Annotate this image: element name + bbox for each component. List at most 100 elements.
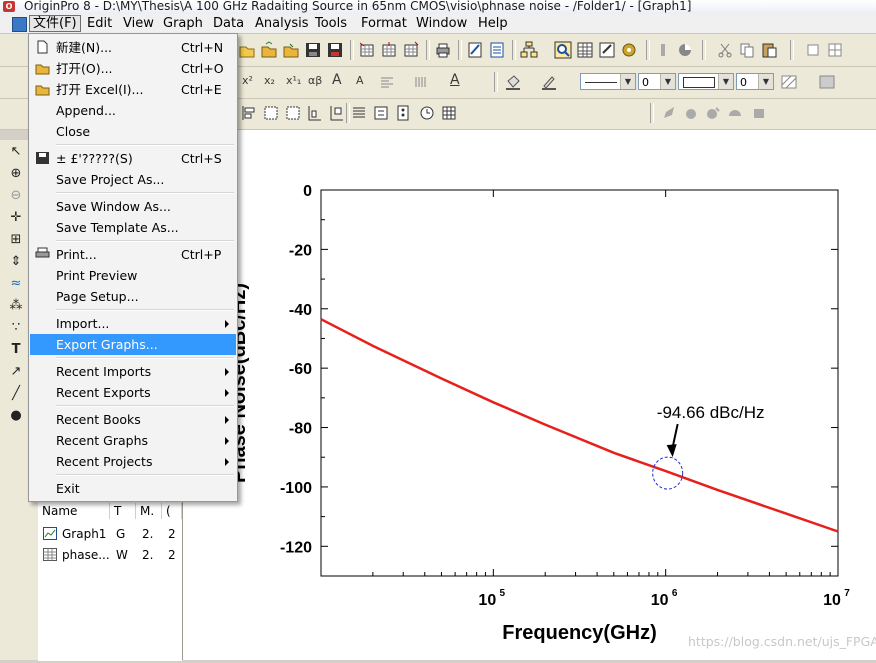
- menu-item-new[interactable]: 新建(N)... Ctrl+N: [30, 37, 236, 58]
- data-reader-tool-icon[interactable]: ⊞: [8, 232, 24, 248]
- menu-tools[interactable]: Tools: [312, 16, 350, 31]
- cut-icon[interactable]: [716, 41, 734, 59]
- menu-item-save-window-as[interactable]: Save Window As...: [30, 196, 236, 217]
- project-explorer-icon[interactable]: [520, 41, 538, 59]
- menu-item-print[interactable]: Print... Ctrl+P: [30, 244, 236, 265]
- save-template-icon[interactable]: [326, 41, 344, 59]
- zoom-in-tool-icon[interactable]: ⊕: [8, 166, 24, 182]
- tool-fill-icon[interactable]: [726, 104, 744, 122]
- column-header-type[interactable]: T: [110, 503, 136, 519]
- table-object-icon[interactable]: [440, 104, 458, 122]
- justify-icon[interactable]: [412, 73, 430, 91]
- worksheet-icon[interactable]: [576, 41, 594, 59]
- superscript-button[interactable]: x²: [242, 74, 253, 87]
- open-folder-icon[interactable]: [260, 41, 278, 59]
- refresh-icon[interactable]: [654, 41, 672, 59]
- copy-icon[interactable]: [738, 41, 756, 59]
- series-line[interactable]: [320, 318, 839, 533]
- menu-help[interactable]: Help: [475, 16, 511, 31]
- menu-graph[interactable]: Graph: [160, 16, 206, 31]
- menu-item-recent-exports[interactable]: Recent Exports: [30, 382, 236, 403]
- ungroup-icon[interactable]: [394, 104, 412, 122]
- increase-font-button[interactable]: A: [332, 72, 342, 88]
- explorer-row[interactable]: Graph1 G 2. 2: [38, 524, 182, 544]
- import-wizard-icon[interactable]: [402, 41, 420, 59]
- menu-item-open-excel[interactable]: 打开 Excel(I)... Ctrl+E: [30, 79, 236, 100]
- paste-icon[interactable]: [760, 41, 778, 59]
- graph-window[interactable]: 0 -20 -40 -60 -80 -100 -120 10 5 10 6 10 7 Frequency(…: [183, 130, 876, 660]
- pie-icon[interactable]: [676, 41, 694, 59]
- hatch-pattern-icon[interactable]: [780, 73, 798, 91]
- menu-item-recent-books[interactable]: Recent Books: [30, 409, 236, 430]
- code-builder-icon[interactable]: [466, 41, 484, 59]
- menu-data[interactable]: Data: [210, 16, 247, 31]
- open-excel-icon[interactable]: [282, 41, 300, 59]
- menu-item-page-setup[interactable]: Page Setup...: [30, 286, 236, 307]
- clock-icon[interactable]: [418, 104, 436, 122]
- import-multiple-icon[interactable]: [380, 41, 398, 59]
- menu-item-save[interactable]: ± £'?????(S) Ctrl+S: [30, 148, 236, 169]
- font-color-button[interactable]: A: [450, 72, 460, 88]
- sup-sub-button[interactable]: x¹₁: [286, 74, 301, 87]
- align-bottom-objects-icon[interactable]: [306, 104, 324, 122]
- notes-icon[interactable]: [598, 41, 616, 59]
- arrow-tool-icon[interactable]: ↗: [8, 364, 24, 380]
- pattern-width-select[interactable]: 0 ▼: [736, 73, 774, 90]
- layer-list-icon[interactable]: [350, 104, 368, 122]
- pointer-tool-icon[interactable]: ↖: [8, 144, 24, 160]
- tool-rotate-icon[interactable]: [750, 104, 768, 122]
- mask-tool-icon[interactable]: ⁂: [8, 298, 24, 314]
- tool-shape-icon[interactable]: [704, 104, 722, 122]
- menu-item-recent-graphs[interactable]: Recent Graphs: [30, 430, 236, 451]
- menu-view[interactable]: View: [120, 16, 157, 31]
- menu-item-close[interactable]: Close: [30, 121, 236, 142]
- column-header-extra[interactable]: (: [162, 503, 182, 519]
- menu-item-save-project-as[interactable]: Save Project As...: [30, 169, 236, 190]
- subscript-button[interactable]: x₂: [264, 74, 275, 87]
- zoom-out-tool-icon[interactable]: ⊖: [8, 188, 24, 204]
- results-log-icon[interactable]: [488, 41, 506, 59]
- column-header-modified[interactable]: M.: [136, 503, 162, 519]
- menu-item-open[interactable]: 打开(O)... Ctrl+O: [30, 58, 236, 79]
- decrease-font-button[interactable]: A: [356, 74, 364, 87]
- zoom-icon[interactable]: [554, 41, 572, 59]
- arrange-layers-icon[interactable]: [826, 41, 844, 59]
- regional-mask-tool-icon[interactable]: ∵: [8, 320, 24, 336]
- menu-file[interactable]: 文件(F): [29, 15, 81, 32]
- align-vertical-icon[interactable]: [328, 104, 346, 122]
- draw-data-tool-icon[interactable]: ≈: [8, 276, 24, 292]
- menu-edit[interactable]: Edit: [84, 16, 115, 31]
- ellipse-tool-icon[interactable]: ●: [8, 408, 24, 424]
- screen-reader-tool-icon[interactable]: ✛: [8, 210, 24, 226]
- align-right-objects-icon[interactable]: [262, 104, 280, 122]
- pattern-select[interactable]: ▼: [678, 73, 734, 90]
- import-ascii-icon[interactable]: [358, 41, 376, 59]
- phase-noise-chart[interactable]: 0-20-40-60-80-100-12010 5 10 6 10 7Frequency(…: [183, 130, 876, 660]
- menu-item-export-graphs[interactable]: Export Graphs...: [30, 334, 236, 355]
- tool-draw-icon[interactable]: [682, 104, 700, 122]
- gradient-fill-icon[interactable]: [818, 73, 836, 91]
- line-width-select[interactable]: 0 ▼: [638, 73, 676, 90]
- fill-bucket-icon[interactable]: [504, 73, 522, 91]
- align-left-objects-icon[interactable]: [240, 104, 258, 122]
- open-template-icon[interactable]: [238, 41, 256, 59]
- menu-format[interactable]: Format: [358, 16, 410, 31]
- text-tool-icon[interactable]: T: [8, 342, 24, 358]
- greek-button[interactable]: αβ: [308, 74, 322, 87]
- data-selector-tool-icon[interactable]: ⇕: [8, 254, 24, 270]
- group-icon[interactable]: [372, 104, 390, 122]
- menu-item-import[interactable]: Import...: [30, 313, 236, 334]
- menu-item-recent-imports[interactable]: Recent Imports: [30, 361, 236, 382]
- menu-window[interactable]: Window: [413, 16, 470, 31]
- graph-window-icon[interactable]: [12, 17, 27, 32]
- tool-pen-icon[interactable]: [660, 104, 678, 122]
- settings-gear-icon[interactable]: [620, 41, 638, 59]
- line-style-select[interactable]: ▼: [580, 73, 636, 90]
- line-color-icon[interactable]: [540, 73, 558, 91]
- save-icon[interactable]: [304, 41, 322, 59]
- menu-analysis[interactable]: Analysis: [252, 16, 312, 31]
- column-header-name[interactable]: Name: [38, 503, 110, 519]
- menu-item-exit[interactable]: Exit: [30, 478, 236, 499]
- align-left-icon[interactable]: [378, 73, 396, 91]
- add-layer-icon[interactable]: [804, 41, 822, 59]
